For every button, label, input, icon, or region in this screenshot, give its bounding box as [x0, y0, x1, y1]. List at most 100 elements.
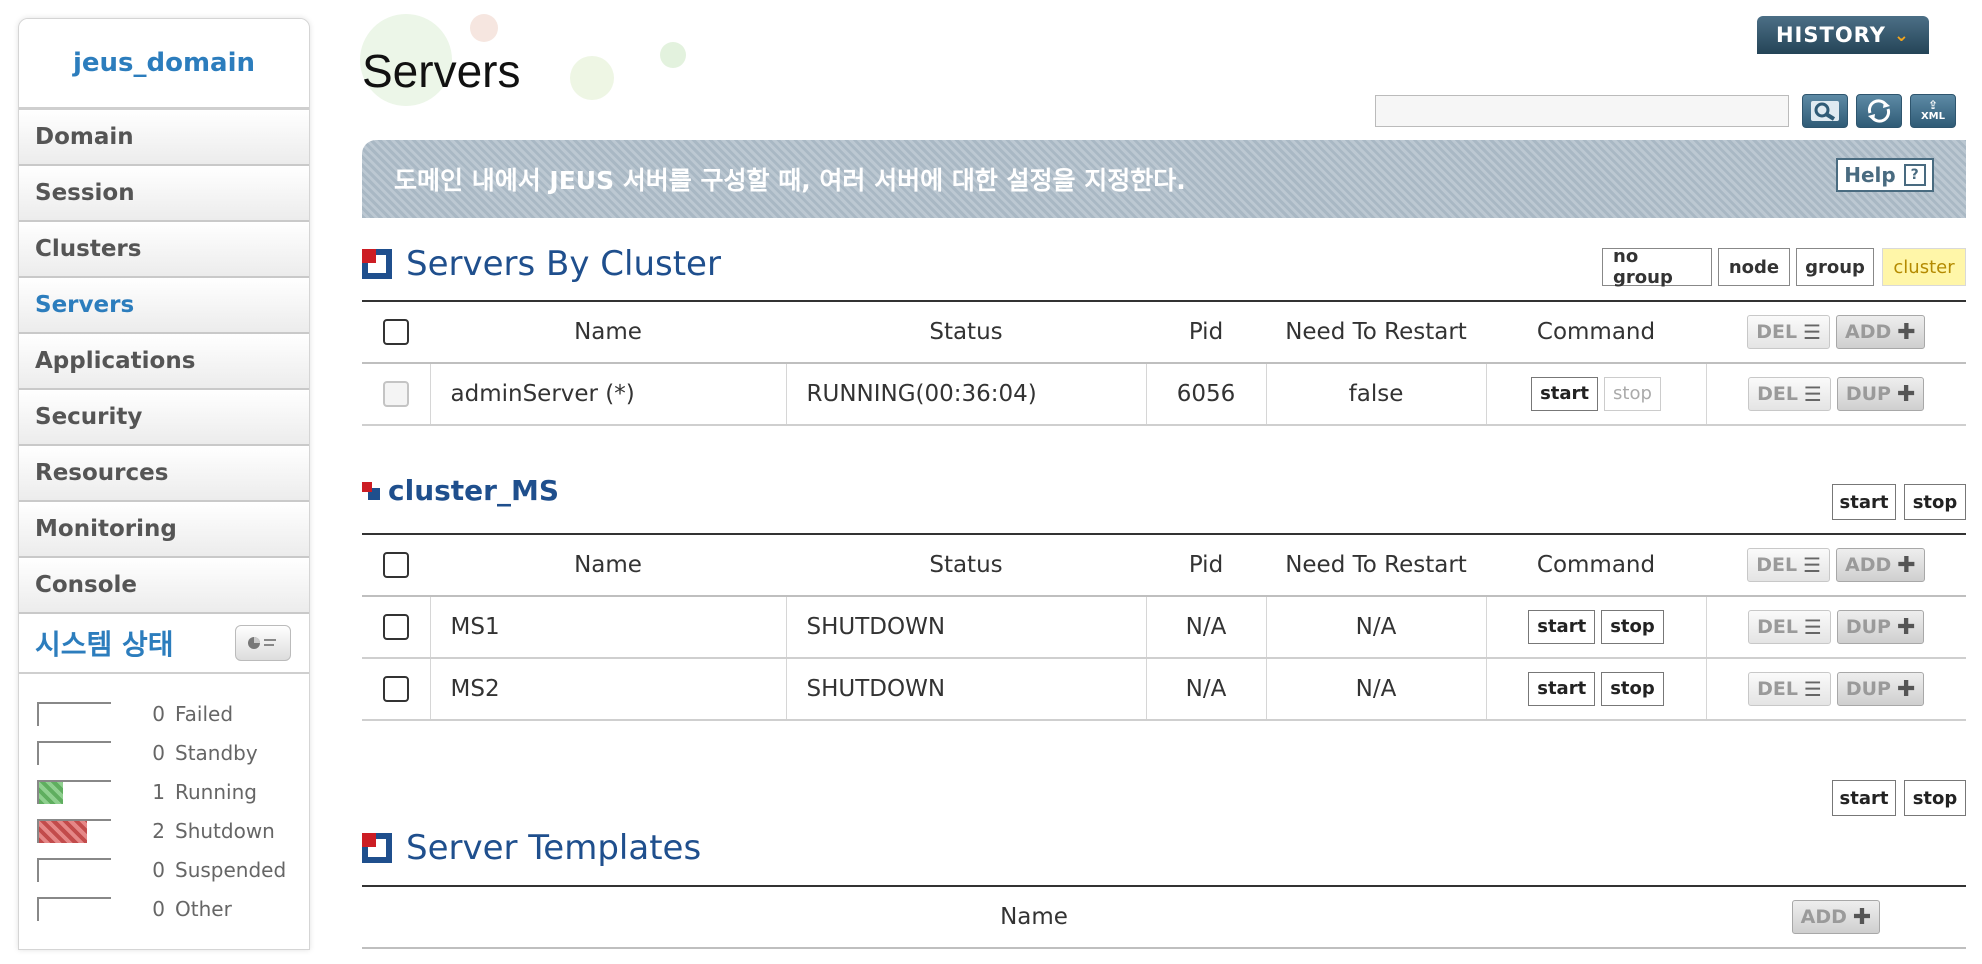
stop-button[interactable]: stop: [1601, 610, 1664, 644]
help-button[interactable]: Help ?: [1836, 158, 1934, 192]
section-title-text: Server Templates: [406, 828, 702, 868]
sidebar-item-clusters[interactable]: Clusters: [19, 222, 309, 278]
del-button[interactable]: DEL ☰: [1748, 672, 1831, 706]
sidebar-item-security[interactable]: Security: [19, 390, 309, 446]
stack-icon: ☰: [1803, 382, 1822, 406]
status-count: 0: [152, 896, 165, 921]
sidebar-item-resources[interactable]: Resources: [19, 446, 309, 502]
start-button[interactable]: start: [1528, 672, 1596, 706]
server-need-restart: N/A: [1266, 596, 1487, 659]
status-row-running: 1 Running: [19, 772, 309, 811]
sidebar-item-applications[interactable]: Applications: [19, 334, 309, 390]
col-status: Status: [786, 533, 1146, 597]
section-title-text: Servers By Cluster: [406, 244, 721, 284]
dup-label: DUP: [1845, 616, 1891, 638]
row-checkbox[interactable]: [382, 614, 409, 641]
status-label: Running: [175, 779, 257, 804]
row-checkbox[interactable]: [382, 676, 409, 703]
sidebar-item-monitoring[interactable]: Monitoring: [19, 502, 309, 558]
sidebar: jeus_domain Domain Session Clusters Serv…: [18, 18, 310, 950]
server-command: start stop: [1486, 658, 1707, 721]
group-button-group[interactable]: group: [1796, 248, 1874, 286]
search-button[interactable]: [1802, 94, 1848, 128]
stop-button[interactable]: stop: [1601, 672, 1664, 706]
dup-button[interactable]: DUP ✚: [1836, 672, 1925, 706]
add-label: ADD: [1845, 554, 1892, 576]
server-pid: 6056: [1146, 363, 1267, 426]
add-button[interactable]: ADD ✚: [1836, 315, 1925, 349]
history-label: HISTORY: [1775, 23, 1886, 47]
chart-toggle-button[interactable]: [235, 625, 291, 661]
plus-icon: ✚: [1896, 614, 1916, 640]
add-template-button[interactable]: ADD ✚: [1791, 900, 1881, 934]
status-label: Other: [175, 896, 232, 921]
group-button-node[interactable]: node: [1718, 248, 1790, 286]
group-button-no-group[interactable]: no group: [1602, 246, 1712, 288]
plus-icon: ✚: [1896, 381, 1916, 407]
server-name[interactable]: adminServer (*): [430, 363, 787, 426]
dup-button[interactable]: DUP ✚: [1836, 610, 1925, 644]
decor-bubble: [570, 56, 614, 100]
del-button[interactable]: DEL ☰: [1747, 548, 1831, 582]
dup-label: DUP: [1845, 383, 1891, 405]
system-status-header: 시스템 상태: [19, 614, 309, 674]
server-command: start stop: [1486, 596, 1707, 659]
server-need-restart: false: [1266, 363, 1487, 426]
xml-label: XML: [1920, 111, 1946, 122]
add-label: ADD: [1800, 906, 1847, 928]
status-bar: [37, 701, 111, 726]
header-actions: DEL ☰ ADD ✚: [1706, 533, 1966, 597]
refresh-button[interactable]: [1856, 94, 1902, 128]
col-command: Command: [1486, 300, 1706, 364]
col-name: Name: [430, 533, 786, 597]
export-xml-button[interactable]: ⇪ XML: [1910, 94, 1956, 128]
section-icon: [362, 249, 392, 279]
plus-icon: ✚: [1852, 904, 1872, 930]
server-name[interactable]: MS2: [430, 658, 787, 721]
search-input[interactable]: [1375, 95, 1789, 127]
help-label: Help: [1844, 163, 1896, 187]
stack-icon: ☰: [1803, 553, 1822, 577]
status-label: Standby: [175, 740, 258, 765]
sidebar-item-domain[interactable]: Domain: [19, 110, 309, 166]
server-command: start stop: [1486, 363, 1707, 426]
add-button[interactable]: ADD ✚: [1836, 548, 1925, 582]
page-title: Servers: [362, 45, 521, 97]
cluster-title-text: cluster_MS: [388, 474, 560, 507]
status-row-shutdown: 2 Shutdown: [19, 811, 309, 850]
del-button[interactable]: DEL ☰: [1747, 315, 1831, 349]
sidebar-item-session[interactable]: Session: [19, 166, 309, 222]
start-button[interactable]: start: [1531, 377, 1599, 411]
col-pid: Pid: [1146, 300, 1266, 364]
server-name[interactable]: MS1: [430, 596, 787, 659]
question-icon: ?: [1903, 164, 1926, 186]
col-command: Command: [1486, 533, 1706, 597]
cluster-stop-button[interactable]: stop: [1904, 484, 1966, 520]
server-need-restart: N/A: [1266, 658, 1487, 721]
dup-button[interactable]: DUP ✚: [1836, 377, 1925, 411]
global-stop-button[interactable]: stop: [1904, 780, 1966, 816]
history-button[interactable]: HISTORY ⌄: [1757, 16, 1929, 54]
sidebar-item-console[interactable]: Console: [19, 558, 309, 614]
server-templates-title: Server Templates: [362, 828, 701, 868]
table-header: Name Status Pid Need To Restart Command …: [362, 533, 1966, 597]
del-button[interactable]: DEL ☰: [1748, 610, 1831, 644]
sidebar-item-servers[interactable]: Servers: [19, 278, 309, 334]
upload-icon: ⇪: [1927, 98, 1939, 112]
start-button[interactable]: start: [1528, 610, 1596, 644]
select-all-checkbox[interactable]: [383, 319, 409, 346]
col-name: Name: [362, 885, 1706, 949]
refresh-icon: [1867, 99, 1891, 123]
cluster-start-button[interactable]: start: [1832, 484, 1896, 520]
server-status: SHUTDOWN: [786, 596, 1147, 659]
row-checkbox: [382, 381, 409, 408]
status-label: Shutdown: [175, 818, 275, 843]
domain-title[interactable]: jeus_domain: [19, 19, 309, 110]
stop-button: stop: [1604, 377, 1661, 411]
status-row-standby: 0 Standby: [19, 733, 309, 772]
global-start-button[interactable]: start: [1832, 780, 1896, 816]
group-button-cluster[interactable]: cluster: [1882, 248, 1966, 286]
chevron-down-icon: ⌄: [1893, 24, 1910, 46]
select-all-checkbox[interactable]: [383, 552, 409, 579]
del-button[interactable]: DEL ☰: [1748, 377, 1831, 411]
